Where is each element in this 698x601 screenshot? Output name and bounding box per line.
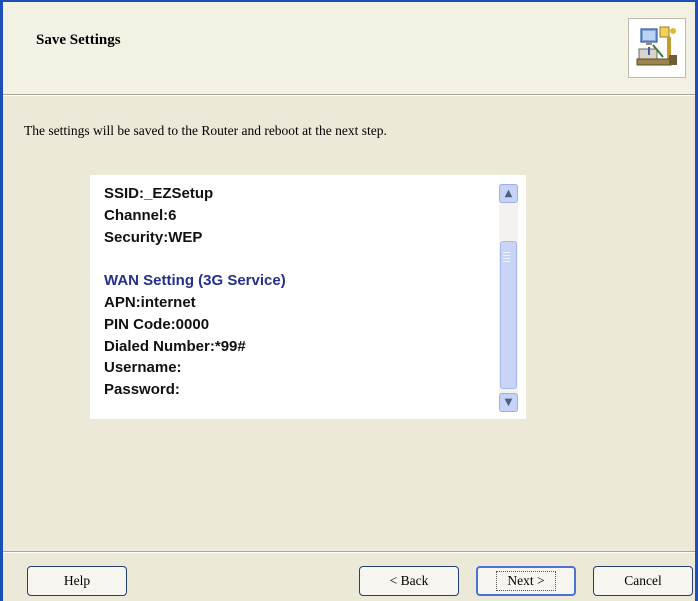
settings-summary-list[interactable]: SSID:_EZSetup Channel:6 Security:WEP WAN… [90,175,526,419]
next-button[interactable]: Next > [476,566,576,596]
vertical-scrollbar[interactable]: ▲ ▼ [499,184,518,412]
scroll-down-icon[interactable]: ▼ [499,393,518,412]
next-button-label: Next > [496,571,556,591]
footer-divider-highlight [3,552,695,553]
summary-line-channel: Channel:6 [104,206,177,224]
settings-summary-lines: SSID:_EZSetup Channel:6 Security:WEP WAN… [104,183,494,401]
summary-line-blank [104,248,494,270]
cancel-button[interactable]: Cancel [593,566,693,596]
summary-line-pin: PIN Code:0000 [104,315,210,333]
summary-line-username: Username: [104,359,182,377]
header-divider [3,95,695,96]
network-computers-icon [628,18,686,78]
intro-text: The settings will be saved to the Router… [24,123,387,138]
summary-line-wan-heading: WAN Setting (3G Service) [104,272,286,290]
summary-line-ssid: SSID:_EZSetup [104,185,214,202]
summary-line-password: Password: [104,381,180,399]
help-button[interactable]: Help [27,566,127,596]
back-button[interactable]: < Back [359,566,459,596]
summary-line-apn: APN:internet [104,293,196,311]
summary-line-security: Security:WEP [104,228,203,246]
summary-line-dialed-number: Dialed Number:*99# [104,337,246,355]
scrollbar-grip-icon [503,252,510,253]
page-title: Save Settings [36,32,121,48]
wizard-dialog: Save Settings The settings will be saved… [0,0,698,601]
wizard-header: Save Settings [3,2,695,95]
scroll-up-icon[interactable]: ▲ [499,184,518,203]
scrollbar-thumb[interactable] [500,241,517,389]
